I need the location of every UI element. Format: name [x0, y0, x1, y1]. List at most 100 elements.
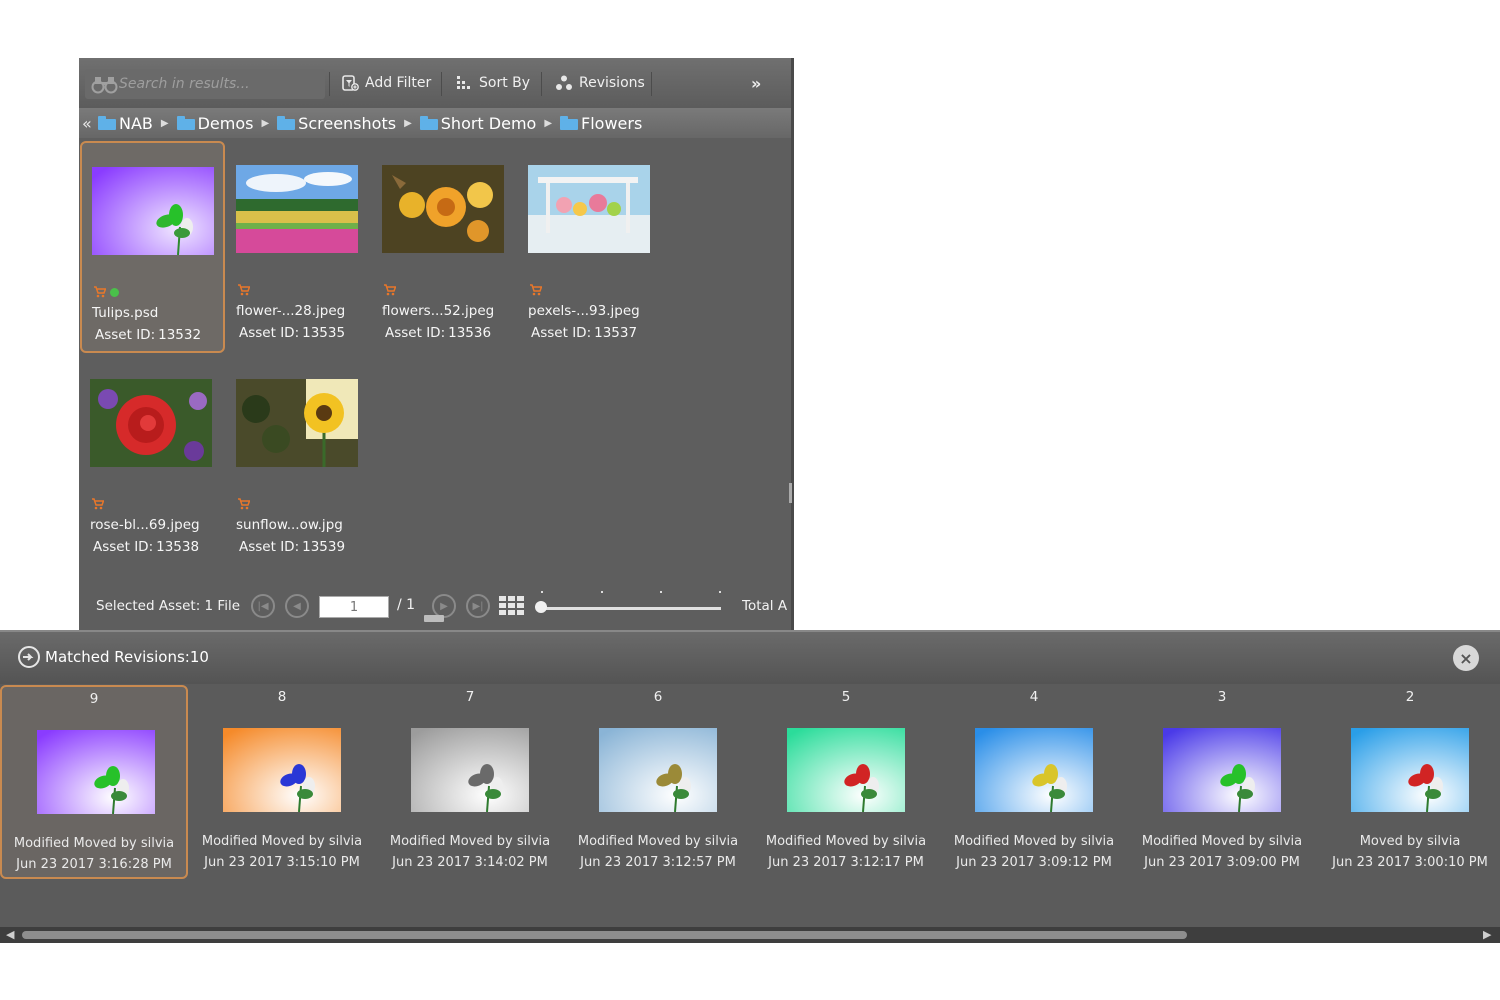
revision-number: 4 [1029, 689, 1039, 705]
asset-tile[interactable]: flower-...28.jpeg Asset ID: 13535 [226, 141, 371, 353]
search-input[interactable] [119, 76, 309, 92]
breadcrumb-item-screenshots[interactable]: Screenshots [277, 114, 396, 133]
asset-thumbnail [236, 165, 358, 253]
panel-drag-handle[interactable] [424, 615, 444, 622]
revision-thumbnail [1163, 728, 1281, 812]
breadcrumb-item-short-demo[interactable]: Short Demo [419, 113, 537, 133]
breadcrumb-item-flowers[interactable]: Flowers [560, 114, 642, 133]
revision-tile[interactable]: 8 Modified Moved by silvia Jun 23 2017 3:1… [188, 685, 376, 879]
revision-date: Jun 23 2017 3:00:10 PM [1332, 855, 1488, 870]
revision-thumbnail [37, 730, 155, 814]
scroll-left-icon[interactable]: ◀ [6, 928, 14, 941]
last-page-button[interactable]: ▶| [466, 594, 490, 618]
asset-id-value: 13535 [302, 325, 346, 341]
breadcrumb-back-button[interactable]: « [82, 114, 98, 133]
asset-id-value: 13532 [158, 327, 202, 343]
asset-browser-panel: Add Filter Sort By Revisions » [79, 58, 794, 630]
asset-tile[interactable]: flowers...52.jpeg Asset ID: 13536 [372, 141, 517, 353]
filter-icon [342, 75, 359, 91]
revisions-label: Revisions [579, 75, 645, 91]
asset-id-value: 13536 [448, 325, 492, 341]
first-page-icon: |◀ [257, 600, 269, 612]
revision-thumbnail [787, 728, 905, 812]
panel-resize-handle[interactable] [789, 483, 792, 503]
breadcrumb-label: Short Demo [440, 113, 537, 133]
sort-by-button[interactable]: Sort By [455, 74, 530, 92]
horizontal-scrollbar[interactable]: ◀ ▶ [0, 927, 1500, 943]
asset-id: Asset ID: 13537 [528, 325, 637, 341]
folder-icon [419, 116, 438, 130]
revision-number: 9 [89, 691, 99, 707]
asset-name: flowers...52.jpeg [382, 303, 495, 319]
breadcrumb-item-nab[interactable]: NAB [98, 114, 153, 133]
revisions-button[interactable]: Revisions [555, 74, 645, 92]
scroll-right-icon[interactable]: ▶ [1483, 928, 1491, 941]
cart-icon [238, 498, 250, 510]
asset-id-label: Asset ID: [95, 327, 156, 343]
revision-tile[interactable]: 9 Modified Moved by silvia Jun 23 2017 3:1… [0, 685, 188, 879]
asset-name: Tulips.psd [92, 305, 159, 321]
asset-tile[interactable]: pexels-...93.jpeg Asset ID: 13537 [518, 141, 663, 353]
asset-id: Asset ID: 13538 [90, 539, 199, 555]
close-icon: × [1459, 648, 1473, 668]
toolbar-overflow-button[interactable]: » [751, 74, 761, 93]
asset-tile[interactable]: sunflow...ow.jpg Asset ID: 13539 [226, 355, 371, 567]
zoom-slider[interactable] [539, 607, 721, 610]
asset-tile[interactable]: rose-bl...69.jpeg Asset ID: 13538 [80, 355, 225, 567]
revision-tile[interactable]: 7 Modified Moved by silvia Jun 23 2017 3:1… [376, 685, 564, 879]
search-box[interactable] [85, 69, 325, 99]
revision-number: 3 [1217, 689, 1227, 705]
revision-tile[interactable]: 4 Modified Moved by silvia Jun 23 2017 3:0… [940, 685, 1128, 879]
chevron-right-icon: ▶ [440, 600, 448, 612]
revision-date: Jun 23 2017 3:09:00 PM [1144, 855, 1300, 870]
revision-tile[interactable]: 3 Modified Moved by silvia Jun 23 2017 3:0… [1128, 685, 1316, 879]
revision-action: Modified Moved by silvia [953, 834, 1115, 849]
asset-id-label: Asset ID: [239, 539, 300, 555]
revision-number: 6 [653, 689, 663, 705]
breadcrumb-label: Demos [197, 113, 254, 133]
add-filter-button[interactable]: Add Filter [341, 74, 431, 92]
chevron-right-icon: ▶ [261, 117, 270, 129]
page-number-input[interactable] [319, 596, 389, 618]
asset-name: flower-...28.jpeg [236, 303, 346, 319]
revision-tile[interactable]: 6 Modified Moved by silvia Jun 23 2017 3:1… [564, 685, 752, 879]
scrollbar-thumb[interactable] [22, 931, 1187, 939]
revision-number: 8 [277, 689, 287, 705]
asset-tile[interactable]: Tulips.psd Asset ID: 13532 [80, 141, 225, 353]
asset-id: Asset ID: 13536 [382, 325, 491, 341]
sort-by-label: Sort By [479, 75, 531, 91]
toolbar-divider [541, 72, 542, 96]
asset-id-label: Asset ID: [531, 325, 592, 341]
asset-id-label: Asset ID: [93, 539, 154, 555]
chevron-right-icon: ▶ [404, 117, 412, 129]
revision-action: Modified Moved by silvia [577, 834, 739, 849]
asset-id-label: Asset ID: [239, 325, 300, 341]
zoom-slider-handle[interactable] [535, 601, 547, 613]
asset-thumbnail [90, 379, 212, 467]
revision-action: Modified Moved by silvia [389, 834, 551, 849]
selected-count-label: Selected Asset: 1 File [96, 598, 241, 614]
revision-tile[interactable]: 2 Moved by silvia Jun 23 2017 3:00:10 PM [1316, 685, 1500, 879]
breadcrumb-item-demos[interactable]: Demos [176, 113, 254, 133]
asset-thumbnail [236, 379, 358, 467]
revision-thumbnail [223, 728, 341, 812]
revision-thumbnail [1351, 728, 1469, 812]
revision-number: 2 [1405, 689, 1415, 705]
folder-icon [98, 116, 116, 130]
last-page-icon: ▶| [472, 600, 484, 612]
close-button[interactable]: × [1453, 645, 1479, 671]
asset-name: pexels-...93.jpeg [528, 303, 640, 319]
revision-action: Modified Moved by silvia [13, 836, 175, 851]
revision-tile[interactable]: 5 Modified Moved by silvia Jun 23 2017 3:1… [752, 685, 940, 879]
revision-action: Moved by silvia [1359, 834, 1461, 849]
asset-id: Asset ID: 13539 [236, 539, 345, 555]
previous-page-button[interactable]: ◀ [285, 594, 309, 618]
chevron-right-icon: ▶ [160, 117, 169, 129]
revision-date: Jun 23 2017 3:12:17 PM [768, 855, 924, 870]
revision-action: Modified Moved by silvia [1141, 834, 1303, 849]
toolbar-divider [441, 72, 442, 96]
revision-action: Modified Moved by silvia [201, 834, 363, 849]
first-page-button[interactable]: |◀ [251, 594, 275, 618]
revision-date: Jun 23 2017 3:09:12 PM [956, 855, 1112, 870]
grid-view-icon[interactable] [499, 596, 525, 616]
